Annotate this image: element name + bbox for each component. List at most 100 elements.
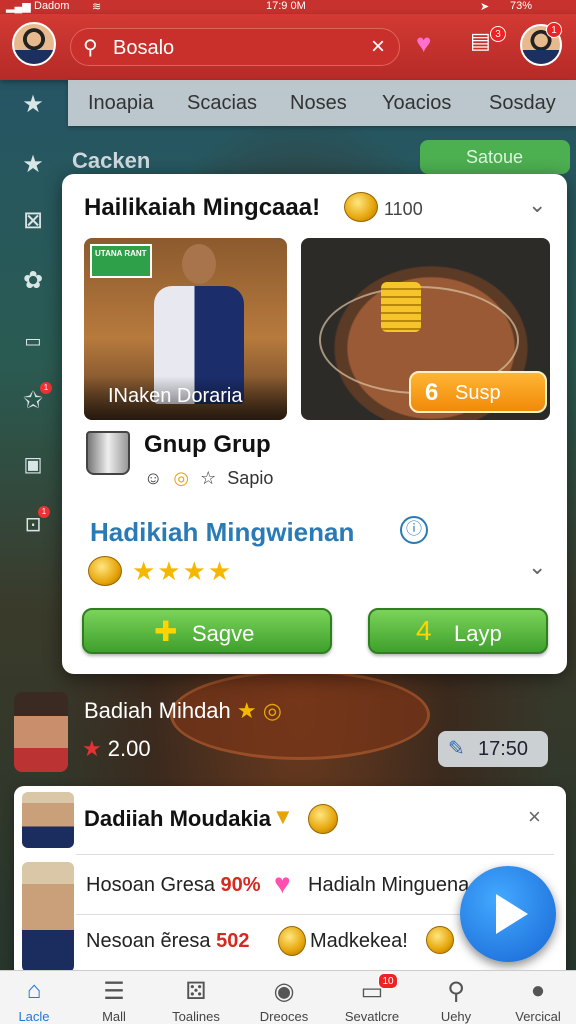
nav-vercical[interactable]: ● Vercical (498, 971, 576, 1024)
pencil-icon: ✎ (448, 738, 465, 760)
square-icon[interactable]: ▣ (18, 450, 48, 480)
layp-label: Layp (454, 621, 502, 646)
satoue-button[interactable]: Satoue (420, 140, 570, 174)
section-title: Cacken (72, 148, 151, 173)
notification-badge: 3 (490, 26, 506, 42)
profile-badge: 1 (546, 22, 562, 38)
layp-button[interactable]: 4 Layp (368, 608, 548, 654)
carrier-label: Dadom (34, 0, 70, 12)
category-tabs: Inoapia Scacias Noses Yoacios Sosday (68, 80, 576, 126)
red-star-icon: ★ (82, 736, 102, 761)
chevron-down-icon[interactable]: ⌄ (528, 192, 546, 218)
list-icon: ☰ (103, 978, 125, 1005)
play-button[interactable] (460, 866, 556, 962)
star-outline-icon[interactable]: ★ (18, 150, 48, 180)
star-rating: ★★★★ (132, 556, 234, 586)
sidebar-badge-2: 1 (38, 506, 50, 518)
row-avatar (22, 862, 74, 972)
search-input[interactable]: ⚲ Bosalo × (70, 28, 400, 66)
nav-dreoces[interactable]: ◉ Dreoces (244, 971, 324, 1024)
row-2-left: Nesoan ẽresa 502 (86, 930, 250, 952)
flower-icon[interactable]: ✿ (18, 266, 48, 296)
nav-uehy[interactable]: ⚲ Uehy (416, 971, 496, 1024)
circle-icon: ◉ (273, 978, 295, 1005)
chat-icon[interactable]: ▭ (18, 326, 48, 356)
group-meta-label: Sapio (227, 468, 274, 488)
smiley-icon: ☺ (144, 468, 163, 488)
player-caption: INaken Doraria (108, 385, 243, 407)
sidebar-badge-1: 1 (40, 382, 52, 394)
chevron-down-icon[interactable]: ⌄ (528, 554, 546, 580)
coin-count: 1100 (384, 199, 423, 219)
close-icon[interactable]: × (528, 804, 541, 830)
person-icon: ● (530, 977, 546, 1004)
tab-5[interactable]: Sosday (489, 92, 556, 115)
user-avatar[interactable] (12, 22, 56, 66)
susp-number: 6 (425, 379, 439, 406)
ice-cream-icon: ▼ (272, 804, 294, 829)
coin-icon (308, 804, 338, 834)
battery-label: 73% (510, 0, 533, 12)
player-tile[interactable]: UTANA RANT INaken Doraria (84, 238, 287, 420)
tab-4[interactable]: Yoacios (382, 92, 451, 115)
subtitle: Hadikiah Mingwienan (90, 517, 355, 547)
divider (76, 854, 554, 855)
timer-value: 17:50 (478, 738, 529, 760)
player-head (182, 244, 216, 284)
row-1-right: Hadialn Minguena (308, 874, 470, 896)
coin-icon (278, 926, 306, 956)
status-bar: ▂▄▆ Dadom ≋ 17:9 0M ➤ 73% (0, 0, 576, 14)
box-x-icon[interactable]: ⊠ (18, 206, 48, 236)
group-title: Gnup Grup (144, 431, 271, 458)
tv-icon: ▭ (360, 978, 384, 1005)
plus-star-icon: ✚ (154, 616, 178, 647)
coin-icon (426, 926, 454, 954)
document-icon[interactable]: ▤ (470, 28, 491, 54)
susp-label: Susp (455, 382, 501, 404)
heart-icon[interactable]: ♥ (416, 28, 431, 59)
row-1-left: Hosoan Gresa 90% (86, 874, 261, 896)
tab-1[interactable]: Inoapia (88, 92, 154, 115)
spiral-coin-icon: ◎ (173, 468, 190, 488)
bottom-card-avatar (22, 792, 74, 848)
nav-home[interactable]: ⌂ Lacle (0, 971, 74, 1024)
nav-sevatlcre[interactable]: ▭ Sevatlcre 10 (332, 971, 412, 1024)
nav-badge: 10 (378, 973, 398, 989)
tab-2[interactable]: Scacias (187, 92, 257, 115)
nav-toalines[interactable]: ⚄ Toalines (156, 971, 236, 1024)
star-icon[interactable]: ★ (18, 90, 48, 120)
star-outline-icon: ☆ (200, 468, 217, 488)
sign-label: UTANA RANT (90, 244, 152, 278)
wifi-icon: ≋ (92, 1, 102, 13)
player-avatar[interactable] (14, 692, 68, 772)
nav-mall[interactable]: ☰ Mall (74, 971, 154, 1024)
info-icon[interactable]: ⓘ (400, 516, 428, 544)
search-value: Bosalo (113, 37, 175, 59)
sagve-label: Sagve (192, 621, 255, 646)
home-icon: ⌂ (26, 977, 42, 1004)
signal-icon: ▂▄▆ (6, 1, 31, 13)
heart-icon: ♥ (274, 868, 291, 899)
timer-chip[interactable]: ✎ 17:50 (438, 731, 548, 767)
reward-card: Hailikaiah Mingcaaa! 1100 ⌄ UTANA RANT I… (62, 174, 567, 674)
tab-3[interactable]: Noses (290, 92, 347, 115)
table-tile[interactable]: 6 Susp (301, 238, 550, 420)
mid-value: ★ 2.00 (82, 736, 151, 761)
mid-title: Badiah Mihdah ★ ◎ (84, 698, 282, 723)
card-title: Hailikaiah Mingcaaa! (84, 194, 321, 221)
four-icon: 4 (416, 615, 432, 646)
search-icon: ⚲ (83, 37, 98, 59)
susp-button[interactable]: 6 Susp (409, 371, 547, 413)
location-icon: ➤ (480, 1, 490, 13)
row-2-right: Madkekea! (310, 930, 408, 952)
search-icon: ⚲ (447, 978, 465, 1005)
grid-icon: ⚄ (185, 978, 207, 1005)
time-label: 17:9 0M (266, 0, 306, 12)
bottom-card-title: Dadiiah Moudakia (84, 806, 272, 831)
cup-icon (86, 431, 130, 475)
clear-search-icon[interactable]: × (371, 33, 385, 61)
sagve-button[interactable]: ✚ Sagve (82, 608, 332, 654)
play-icon (496, 894, 528, 934)
group-meta: ☺ ◎ ☆ Sapio (144, 468, 279, 489)
satoue-label: Satoue (466, 147, 524, 167)
